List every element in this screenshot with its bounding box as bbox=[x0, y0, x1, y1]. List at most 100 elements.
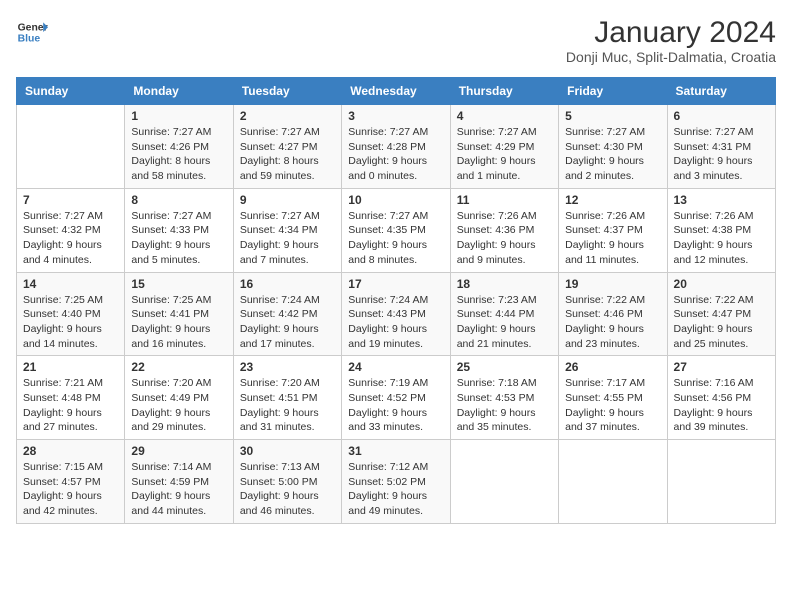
cell-info: Sunrise: 7:27 AMSunset: 4:34 PMDaylight:… bbox=[240, 210, 320, 266]
cell-info: Sunrise: 7:26 AMSunset: 4:36 PMDaylight:… bbox=[457, 210, 537, 266]
header-row: Sunday Monday Tuesday Wednesday Thursday… bbox=[17, 78, 776, 105]
cell-info: Sunrise: 7:17 AMSunset: 4:55 PMDaylight:… bbox=[565, 377, 645, 433]
calendar-cell: 7 Sunrise: 7:27 AMSunset: 4:32 PMDayligh… bbox=[17, 188, 125, 272]
cell-date: 27 bbox=[674, 360, 769, 374]
cell-info: Sunrise: 7:27 AMSunset: 4:29 PMDaylight:… bbox=[457, 126, 537, 182]
cell-info: Sunrise: 7:22 AMSunset: 4:46 PMDaylight:… bbox=[565, 294, 645, 350]
calendar-cell: 10 Sunrise: 7:27 AMSunset: 4:35 PMDaylig… bbox=[342, 188, 450, 272]
cell-date: 28 bbox=[23, 444, 118, 458]
cell-date: 26 bbox=[565, 360, 660, 374]
cell-date: 31 bbox=[348, 444, 443, 458]
cell-info: Sunrise: 7:27 AMSunset: 4:31 PMDaylight:… bbox=[674, 126, 754, 182]
calendar-cell: 15 Sunrise: 7:25 AMSunset: 4:41 PMDaylig… bbox=[125, 272, 233, 356]
logo: General Blue bbox=[16, 16, 48, 48]
cell-info: Sunrise: 7:23 AMSunset: 4:44 PMDaylight:… bbox=[457, 294, 537, 350]
calendar-cell: 27 Sunrise: 7:16 AMSunset: 4:56 PMDaylig… bbox=[667, 356, 775, 440]
calendar-cell: 11 Sunrise: 7:26 AMSunset: 4:36 PMDaylig… bbox=[450, 188, 558, 272]
cell-date: 16 bbox=[240, 277, 335, 291]
calendar-table: Sunday Monday Tuesday Wednesday Thursday… bbox=[16, 77, 776, 524]
calendar-week-5: 28 Sunrise: 7:15 AMSunset: 4:57 PMDaylig… bbox=[17, 440, 776, 524]
cell-date: 8 bbox=[131, 193, 226, 207]
calendar-cell: 17 Sunrise: 7:24 AMSunset: 4:43 PMDaylig… bbox=[342, 272, 450, 356]
cell-info: Sunrise: 7:20 AMSunset: 4:51 PMDaylight:… bbox=[240, 377, 320, 433]
title-block: January 2024 Donji Muc, Split-Dalmatia, … bbox=[566, 16, 776, 65]
cell-info: Sunrise: 7:14 AMSunset: 4:59 PMDaylight:… bbox=[131, 461, 211, 517]
cell-info: Sunrise: 7:25 AMSunset: 4:40 PMDaylight:… bbox=[23, 294, 103, 350]
cell-info: Sunrise: 7:18 AMSunset: 4:53 PMDaylight:… bbox=[457, 377, 537, 433]
cell-info: Sunrise: 7:27 AMSunset: 4:32 PMDaylight:… bbox=[23, 210, 103, 266]
cell-date: 18 bbox=[457, 277, 552, 291]
cell-date: 1 bbox=[131, 109, 226, 123]
calendar-cell: 4 Sunrise: 7:27 AMSunset: 4:29 PMDayligh… bbox=[450, 105, 558, 189]
calendar-cell: 26 Sunrise: 7:17 AMSunset: 4:55 PMDaylig… bbox=[559, 356, 667, 440]
calendar-cell bbox=[450, 440, 558, 524]
calendar-cell: 21 Sunrise: 7:21 AMSunset: 4:48 PMDaylig… bbox=[17, 356, 125, 440]
calendar-cell: 16 Sunrise: 7:24 AMSunset: 4:42 PMDaylig… bbox=[233, 272, 341, 356]
cell-info: Sunrise: 7:24 AMSunset: 4:42 PMDaylight:… bbox=[240, 294, 320, 350]
cell-info: Sunrise: 7:27 AMSunset: 4:26 PMDaylight:… bbox=[131, 126, 211, 182]
cell-date: 14 bbox=[23, 277, 118, 291]
calendar-week-4: 21 Sunrise: 7:21 AMSunset: 4:48 PMDaylig… bbox=[17, 356, 776, 440]
header-wednesday: Wednesday bbox=[342, 78, 450, 105]
cell-date: 19 bbox=[565, 277, 660, 291]
cell-info: Sunrise: 7:27 AMSunset: 4:30 PMDaylight:… bbox=[565, 126, 645, 182]
calendar-week-1: 1 Sunrise: 7:27 AMSunset: 4:26 PMDayligh… bbox=[17, 105, 776, 189]
cell-date: 22 bbox=[131, 360, 226, 374]
cell-date: 5 bbox=[565, 109, 660, 123]
cell-info: Sunrise: 7:20 AMSunset: 4:49 PMDaylight:… bbox=[131, 377, 211, 433]
calendar-cell: 19 Sunrise: 7:22 AMSunset: 4:46 PMDaylig… bbox=[559, 272, 667, 356]
calendar-cell bbox=[17, 105, 125, 189]
calendar-cell: 9 Sunrise: 7:27 AMSunset: 4:34 PMDayligh… bbox=[233, 188, 341, 272]
calendar-cell: 14 Sunrise: 7:25 AMSunset: 4:40 PMDaylig… bbox=[17, 272, 125, 356]
cell-info: Sunrise: 7:26 AMSunset: 4:38 PMDaylight:… bbox=[674, 210, 754, 266]
page-title: January 2024 bbox=[566, 16, 776, 49]
cell-info: Sunrise: 7:26 AMSunset: 4:37 PMDaylight:… bbox=[565, 210, 645, 266]
cell-info: Sunrise: 7:22 AMSunset: 4:47 PMDaylight:… bbox=[674, 294, 754, 350]
calendar-cell: 8 Sunrise: 7:27 AMSunset: 4:33 PMDayligh… bbox=[125, 188, 233, 272]
calendar-cell bbox=[667, 440, 775, 524]
calendar-cell: 20 Sunrise: 7:22 AMSunset: 4:47 PMDaylig… bbox=[667, 272, 775, 356]
calendar-body: 1 Sunrise: 7:27 AMSunset: 4:26 PMDayligh… bbox=[17, 105, 776, 524]
cell-info: Sunrise: 7:25 AMSunset: 4:41 PMDaylight:… bbox=[131, 294, 211, 350]
cell-date: 20 bbox=[674, 277, 769, 291]
page-subtitle: Donji Muc, Split-Dalmatia, Croatia bbox=[566, 49, 776, 65]
cell-info: Sunrise: 7:15 AMSunset: 4:57 PMDaylight:… bbox=[23, 461, 103, 517]
cell-date: 2 bbox=[240, 109, 335, 123]
header-monday: Monday bbox=[125, 78, 233, 105]
cell-date: 25 bbox=[457, 360, 552, 374]
cell-info: Sunrise: 7:24 AMSunset: 4:43 PMDaylight:… bbox=[348, 294, 428, 350]
cell-info: Sunrise: 7:27 AMSunset: 4:27 PMDaylight:… bbox=[240, 126, 320, 182]
cell-info: Sunrise: 7:16 AMSunset: 4:56 PMDaylight:… bbox=[674, 377, 754, 433]
calendar-cell: 2 Sunrise: 7:27 AMSunset: 4:27 PMDayligh… bbox=[233, 105, 341, 189]
calendar-week-3: 14 Sunrise: 7:25 AMSunset: 4:40 PMDaylig… bbox=[17, 272, 776, 356]
cell-date: 11 bbox=[457, 193, 552, 207]
cell-date: 24 bbox=[348, 360, 443, 374]
cell-date: 13 bbox=[674, 193, 769, 207]
calendar-cell: 24 Sunrise: 7:19 AMSunset: 4:52 PMDaylig… bbox=[342, 356, 450, 440]
header-thursday: Thursday bbox=[450, 78, 558, 105]
logo-icon: General Blue bbox=[16, 16, 48, 48]
calendar-cell: 18 Sunrise: 7:23 AMSunset: 4:44 PMDaylig… bbox=[450, 272, 558, 356]
header-saturday: Saturday bbox=[667, 78, 775, 105]
calendar-cell: 28 Sunrise: 7:15 AMSunset: 4:57 PMDaylig… bbox=[17, 440, 125, 524]
page-header: General Blue January 2024 Donji Muc, Spl… bbox=[16, 16, 776, 65]
cell-info: Sunrise: 7:21 AMSunset: 4:48 PMDaylight:… bbox=[23, 377, 103, 433]
svg-text:Blue: Blue bbox=[18, 34, 41, 45]
cell-date: 10 bbox=[348, 193, 443, 207]
calendar-cell: 22 Sunrise: 7:20 AMSunset: 4:49 PMDaylig… bbox=[125, 356, 233, 440]
calendar-week-2: 7 Sunrise: 7:27 AMSunset: 4:32 PMDayligh… bbox=[17, 188, 776, 272]
cell-date: 23 bbox=[240, 360, 335, 374]
cell-date: 6 bbox=[674, 109, 769, 123]
cell-date: 29 bbox=[131, 444, 226, 458]
calendar-cell: 3 Sunrise: 7:27 AMSunset: 4:28 PMDayligh… bbox=[342, 105, 450, 189]
cell-info: Sunrise: 7:19 AMSunset: 4:52 PMDaylight:… bbox=[348, 377, 428, 433]
calendar-cell: 5 Sunrise: 7:27 AMSunset: 4:30 PMDayligh… bbox=[559, 105, 667, 189]
cell-info: Sunrise: 7:12 AMSunset: 5:02 PMDaylight:… bbox=[348, 461, 428, 517]
header-friday: Friday bbox=[559, 78, 667, 105]
calendar-cell: 29 Sunrise: 7:14 AMSunset: 4:59 PMDaylig… bbox=[125, 440, 233, 524]
cell-info: Sunrise: 7:27 AMSunset: 4:28 PMDaylight:… bbox=[348, 126, 428, 182]
calendar-header: Sunday Monday Tuesday Wednesday Thursday… bbox=[17, 78, 776, 105]
cell-info: Sunrise: 7:27 AMSunset: 4:35 PMDaylight:… bbox=[348, 210, 428, 266]
calendar-cell: 13 Sunrise: 7:26 AMSunset: 4:38 PMDaylig… bbox=[667, 188, 775, 272]
header-tuesday: Tuesday bbox=[233, 78, 341, 105]
